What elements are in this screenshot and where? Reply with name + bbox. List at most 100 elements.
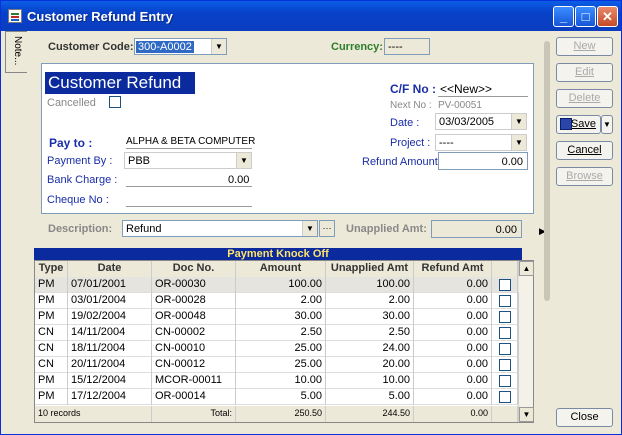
- save-button[interactable]: Save: [556, 115, 601, 134]
- table-row[interactable]: CN 18/11/2004 CN-00010 25.00 24.00 0.00: [35, 341, 519, 357]
- row-checkbox[interactable]: [499, 359, 511, 371]
- total-refund: 0.00: [414, 406, 492, 422]
- total-unapplied: 244.50: [326, 406, 414, 422]
- edit-button[interactable]: Edit: [556, 63, 613, 82]
- minimize-button[interactable]: _: [553, 6, 574, 27]
- delete-button[interactable]: Delete: [556, 89, 613, 108]
- table-row[interactable]: PM 07/01/2001 OR-00030 100.00 100.00 0.00: [35, 277, 519, 293]
- row-select-cell: [492, 293, 518, 309]
- cell-amount: 2.00: [236, 293, 326, 309]
- cell-type: CN: [35, 357, 68, 373]
- date-value: 03/03/2005: [439, 116, 495, 128]
- chevron-down-icon[interactable]: ▼: [511, 114, 526, 129]
- project-combo[interactable]: ---- ▼: [435, 134, 527, 151]
- records-count: 10 records: [35, 406, 152, 422]
- cancel-button[interactable]: Cancel: [556, 141, 613, 160]
- cell-date: 17/12/2004: [68, 389, 152, 405]
- table-row[interactable]: CN 20/11/2004 CN-00012 25.00 20.00 0.00: [35, 357, 519, 373]
- column-header-doc-no[interactable]: Doc No.: [152, 261, 236, 277]
- customer-refund-window: Customer Refund Entry _ □ ✕ Note... Cust…: [0, 0, 622, 435]
- close-window-button[interactable]: ✕: [597, 6, 618, 27]
- row-checkbox[interactable]: [499, 391, 511, 403]
- cancelled-checkbox[interactable]: [109, 96, 121, 108]
- row-checkbox[interactable]: [499, 343, 511, 355]
- cell-refund-amt[interactable]: 0.00: [414, 325, 492, 341]
- cell-refund-amt[interactable]: 0.00: [414, 277, 492, 293]
- chevron-down-icon[interactable]: ▼: [236, 153, 251, 168]
- row-checkbox[interactable]: [499, 295, 511, 307]
- cell-type: PM: [35, 293, 68, 309]
- table-caption: Payment Knock Off: [34, 248, 522, 260]
- cf-no-label: C/F No :: [390, 82, 436, 96]
- description-label: Description:: [48, 223, 113, 235]
- cell-date: 19/02/2004: [68, 309, 152, 325]
- cell-refund-amt[interactable]: 0.00: [414, 293, 492, 309]
- customer-code-label: Customer Code:: [48, 41, 134, 53]
- table-row[interactable]: PM 15/12/2004 MCOR-00011 10.00 10.00 0.00: [35, 373, 519, 389]
- column-header-amount[interactable]: Amount: [236, 261, 326, 277]
- maximize-button[interactable]: □: [575, 6, 596, 27]
- splitter-handle[interactable]: [544, 41, 550, 301]
- chevron-down-icon[interactable]: ▼: [511, 135, 526, 150]
- cell-refund-amt[interactable]: 0.00: [414, 341, 492, 357]
- unapplied-amt-field: 0.00: [431, 220, 522, 238]
- scroll-down-icon[interactable]: ▼: [519, 407, 534, 422]
- cell-refund-amt[interactable]: 0.00: [414, 389, 492, 405]
- bank-charge-value[interactable]: 0.00: [228, 174, 249, 186]
- close-button[interactable]: Close: [556, 408, 613, 427]
- cell-amount: 30.00: [236, 309, 326, 325]
- refund-amount-field[interactable]: 0.00: [438, 152, 528, 170]
- cell-amount: 100.00: [236, 277, 326, 293]
- payment-by-combo[interactable]: PBB ▼: [124, 152, 252, 169]
- cell-doc-no: CN-00012: [152, 357, 236, 373]
- page-title: Customer Refund: [45, 72, 195, 94]
- chevron-down-icon[interactable]: ▼: [211, 39, 226, 54]
- column-header-date[interactable]: Date: [68, 261, 152, 277]
- save-options-button[interactable]: ▼: [601, 115, 613, 134]
- table-row[interactable]: PM 17/12/2004 OR-00014 5.00 5.00 0.00: [35, 389, 519, 405]
- cell-amount: 25.00: [236, 357, 326, 373]
- description-combo[interactable]: Refund ▼: [122, 220, 318, 237]
- chevron-down-icon[interactable]: ▼: [302, 221, 317, 236]
- date-picker[interactable]: 03/03/2005 ▼: [435, 113, 527, 130]
- table-row[interactable]: CN 14/11/2004 CN-00002 2.50 2.50 0.00: [35, 325, 519, 341]
- new-button[interactable]: New: [556, 37, 613, 56]
- column-header-refund-amt[interactable]: Refund Amt: [414, 261, 492, 277]
- next-no-label: Next No :: [390, 100, 432, 111]
- cell-date: 18/11/2004: [68, 341, 152, 357]
- description-value: Refund: [126, 223, 162, 235]
- row-checkbox[interactable]: [499, 279, 511, 291]
- row-checkbox[interactable]: [499, 311, 511, 323]
- cell-refund-amt[interactable]: 0.00: [414, 357, 492, 373]
- cell-type: CN: [35, 341, 68, 357]
- browse-button[interactable]: Browse: [556, 167, 613, 186]
- row-select-cell: [492, 309, 518, 325]
- cell-type: PM: [35, 277, 68, 293]
- customer-code-combo[interactable]: 300-A0002 ▼: [134, 38, 227, 55]
- table-scrollbar[interactable]: ▲ ▼: [518, 261, 534, 422]
- column-header-type[interactable]: Type: [35, 261, 68, 277]
- scroll-up-icon[interactable]: ▲: [519, 261, 534, 276]
- row-checkbox[interactable]: [499, 375, 511, 387]
- note-tab[interactable]: Note...: [5, 31, 27, 73]
- table-row[interactable]: PM 03/01/2004 OR-00028 2.00 2.00 0.00: [35, 293, 519, 309]
- row-checkbox[interactable]: [499, 327, 511, 339]
- cell-refund-amt[interactable]: 0.00: [414, 373, 492, 389]
- cell-amount: 25.00: [236, 341, 326, 357]
- cell-doc-no: OR-00048: [152, 309, 236, 325]
- cell-doc-no: OR-00030: [152, 277, 236, 293]
- cell-type: CN: [35, 325, 68, 341]
- header-panel: Customer Refund Cancelled Pay to : ALPHA…: [41, 63, 534, 214]
- column-header-select: [492, 261, 518, 277]
- cell-type: PM: [35, 309, 68, 325]
- column-header-unapplied-amt[interactable]: Unapplied Amt: [326, 261, 414, 277]
- cell-doc-no: CN-00002: [152, 325, 236, 341]
- description-more-button[interactable]: ···: [319, 220, 335, 237]
- cell-refund-amt[interactable]: 0.00: [414, 309, 492, 325]
- cell-unapplied-amt: 100.00: [326, 277, 414, 293]
- row-select-cell: [492, 341, 518, 357]
- cell-date: 03/01/2004: [68, 293, 152, 309]
- title-bar: Customer Refund Entry _ □ ✕: [1, 1, 621, 31]
- cell-doc-no: OR-00014: [152, 389, 236, 405]
- table-row[interactable]: PM 19/02/2004 OR-00048 30.00 30.00 0.00: [35, 309, 519, 325]
